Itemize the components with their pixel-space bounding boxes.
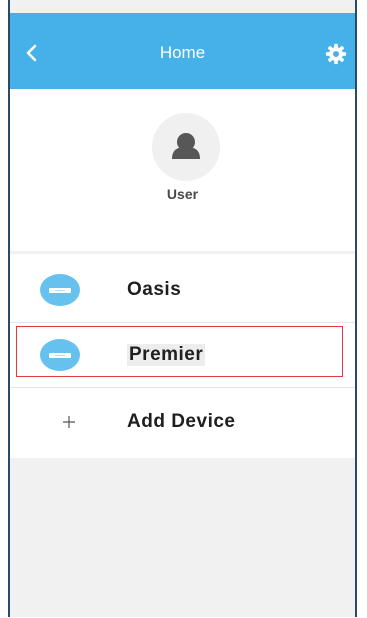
air-conditioner-icon <box>40 274 80 306</box>
settings-button[interactable] <box>325 43 347 65</box>
page-title: Home <box>159 43 206 62</box>
profile-section: User <box>10 89 355 251</box>
gear-icon <box>325 43 347 65</box>
avatar[interactable] <box>152 113 220 181</box>
device-row-oasis[interactable]: Oasis <box>10 257 355 323</box>
top-bar: Home <box>10 13 355 89</box>
device-list: Oasis Premier Add Device <box>10 254 355 458</box>
air-conditioner-icon <box>40 339 80 371</box>
plus-icon <box>63 416 75 428</box>
device-label: Premier <box>127 344 206 366</box>
user-icon <box>172 133 200 159</box>
user-name: User <box>166 186 199 202</box>
phone-screen: Home User Oasis Premier Add Device <box>8 0 357 617</box>
add-device-label: Add Device <box>127 411 236 432</box>
chevron-left-icon <box>26 44 37 62</box>
add-device-row[interactable]: Add Device <box>10 389 355 455</box>
device-label: Oasis <box>127 279 182 300</box>
device-row-premier[interactable]: Premier <box>10 322 355 388</box>
back-button[interactable] <box>20 41 44 65</box>
row-divider <box>10 387 355 388</box>
